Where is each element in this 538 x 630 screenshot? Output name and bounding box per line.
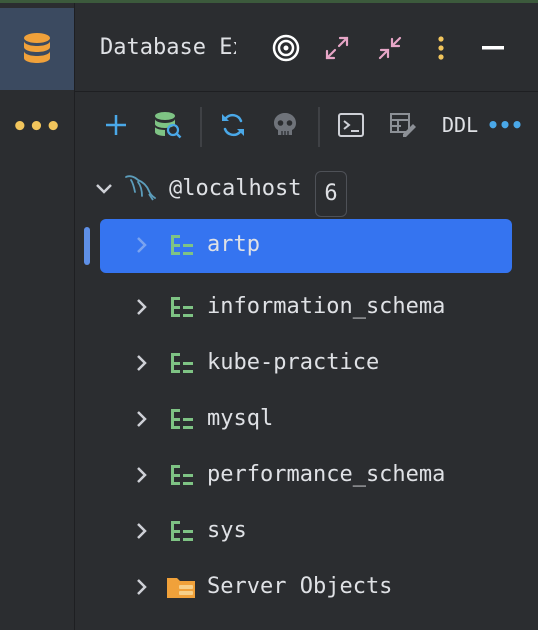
selection-highlight <box>100 219 512 273</box>
database-tool-window-button[interactable] <box>0 8 74 90</box>
add-button[interactable] <box>98 107 134 143</box>
chevron-right-icon <box>137 411 147 427</box>
mysql-dolphin-icon <box>125 175 156 201</box>
locate-button[interactable] <box>268 30 304 66</box>
database-toolbar: DDL ••• <box>75 99 538 157</box>
chevron-right-icon <box>137 523 147 539</box>
schema-count-badge: 6 <box>315 171 347 217</box>
database-explorer-panel: Database Explorer <box>75 3 538 630</box>
chevron-right-icon <box>137 579 147 595</box>
expand-all-button[interactable] <box>319 30 355 66</box>
edit-data-button[interactable] <box>385 107 421 143</box>
tree-node-schema[interactable]: performance_schema <box>75 449 538 501</box>
panel-title: Database Explorer <box>100 35 236 60</box>
schema-label: sys <box>207 518 247 543</box>
activity-bar: ••• <box>0 3 75 630</box>
target-icon <box>272 34 300 62</box>
tree-node-schema[interactable]: information_schema <box>75 281 538 333</box>
more-dots-icon: ••• <box>486 113 524 137</box>
more-tool-windows-button[interactable]: ••• <box>0 87 74 167</box>
data-source-properties-button[interactable] <box>150 107 186 143</box>
refresh-button[interactable] <box>215 107 251 143</box>
kebab-icon <box>438 36 444 60</box>
tree-node-schema[interactable]: kube-practice <box>75 337 538 389</box>
focus-indicator <box>84 227 90 265</box>
toolbar-more-button[interactable]: ••• <box>487 107 523 143</box>
schema-icon <box>171 297 193 317</box>
panel-header: Database Explorer <box>75 3 538 92</box>
hide-panel-button[interactable] <box>475 30 511 66</box>
server-objects-label: Server Objects <box>207 574 393 599</box>
chevron-right-icon <box>137 237 147 253</box>
collapse-icon <box>378 36 402 60</box>
query-console-button[interactable] <box>333 107 369 143</box>
database-search-icon <box>155 112 182 139</box>
console-icon <box>338 113 364 137</box>
schema-label: kube-practice <box>207 350 380 375</box>
schema-label: information_schema <box>207 294 446 319</box>
refresh-icon <box>222 113 244 137</box>
schema-icon <box>171 465 193 485</box>
tree-node-connection[interactable]: @localhost 6 <box>75 163 538 217</box>
connection-label: @localhost <box>169 176 302 201</box>
chevron-down-icon <box>96 184 112 194</box>
schema-icon <box>171 235 193 255</box>
collapse-all-button[interactable] <box>372 30 408 66</box>
toolbar-separator <box>200 107 202 147</box>
tree-node-schema[interactable]: mysql <box>75 393 538 445</box>
database-icon <box>24 33 50 63</box>
plus-icon <box>106 115 126 135</box>
schema-icon <box>171 521 193 541</box>
toolbar-separator <box>318 107 320 147</box>
server-folder-icon <box>167 578 195 598</box>
skull-icon <box>274 113 296 135</box>
table-edit-icon <box>390 113 416 137</box>
tree-node-schema[interactable]: artp <box>75 219 538 273</box>
expand-icon <box>325 36 349 60</box>
disconnect-button[interactable] <box>267 107 303 143</box>
tree-node-server-objects[interactable]: Server Objects <box>75 561 538 613</box>
ddl-button[interactable]: DDL <box>442 111 478 139</box>
schema-label: performance_schema <box>207 462 446 487</box>
schema-label: artp <box>207 232 260 257</box>
schema-label: mysql <box>207 406 274 431</box>
schema-icon <box>171 409 193 429</box>
chevron-right-icon <box>137 355 147 371</box>
chevron-right-icon <box>137 299 147 315</box>
tree-node-schema[interactable]: sys <box>75 505 538 557</box>
more-dots-icon: ••• <box>12 112 62 142</box>
options-button[interactable] <box>423 30 459 66</box>
chevron-right-icon <box>137 467 147 483</box>
minimize-icon <box>482 46 504 50</box>
schema-icon <box>171 353 193 373</box>
